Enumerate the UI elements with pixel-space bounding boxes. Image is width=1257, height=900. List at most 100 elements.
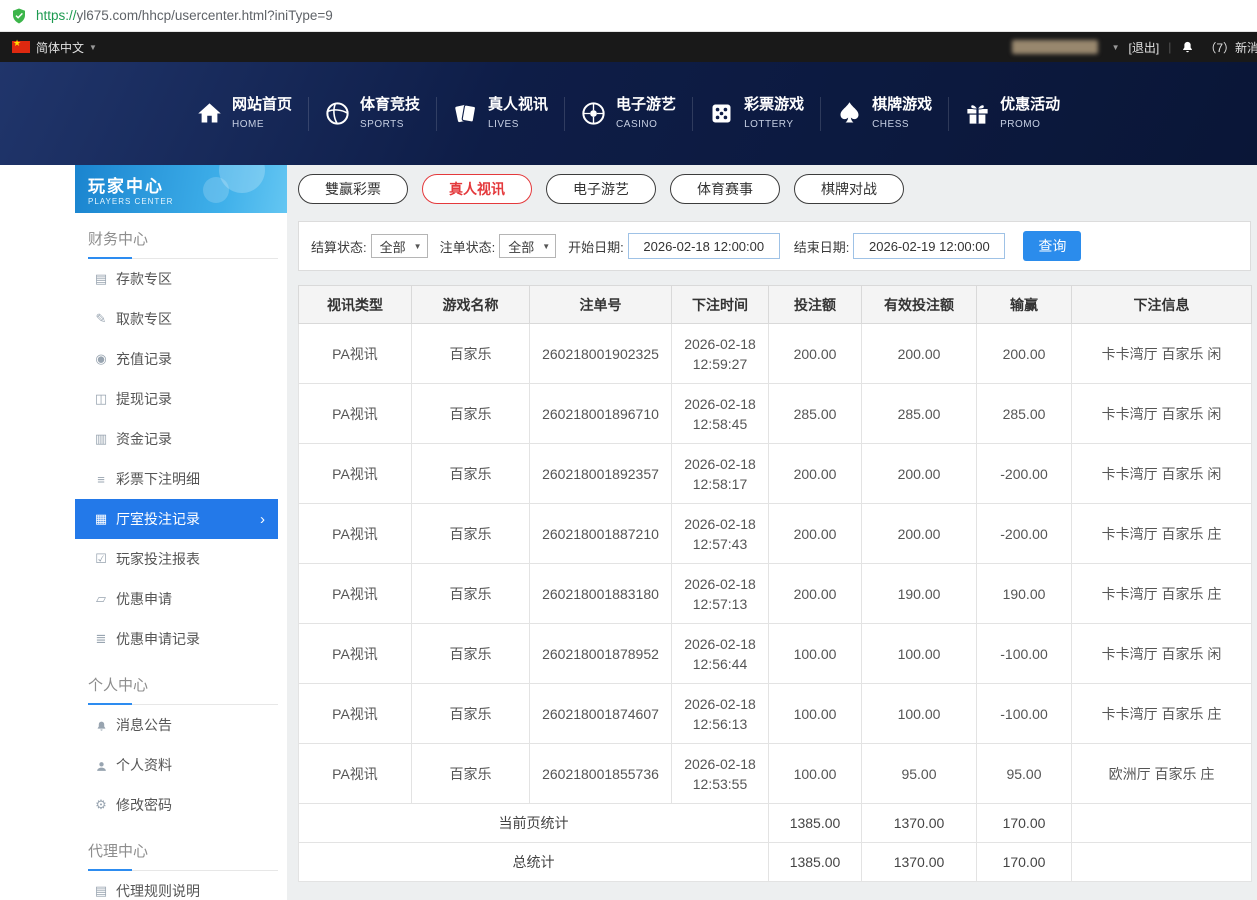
- agent-rules-icon: ▤: [93, 883, 109, 899]
- order-status-value: 全部: [508, 237, 534, 256]
- cell-bet-amount: 200.00: [769, 444, 862, 504]
- sidebar-item-profile[interactable]: 个人资料: [75, 745, 278, 785]
- username-blurred[interactable]: [1012, 40, 1098, 54]
- sidebar-item-label: 充值记录: [116, 349, 172, 369]
- sidebar-item-player-report[interactable]: ☑ 玩家投注报表: [75, 539, 278, 579]
- chevron-down-icon[interactable]: ▼: [1112, 43, 1120, 52]
- sidebar-item-label: 个人资料: [116, 755, 172, 775]
- nav-item-sports[interactable]: 体育竞技 SPORTS: [308, 88, 436, 140]
- cell-video-type: PA视讯: [299, 744, 412, 804]
- sidebar-item-agent-rules[interactable]: ▤ 代理规则说明: [75, 871, 278, 900]
- cell-bet-info: 欧洲厅 百家乐 庄: [1072, 744, 1252, 804]
- cell-win-loss: 285.00: [977, 384, 1072, 444]
- nav-item-casino[interactable]: 电子游艺 CASINO: [564, 88, 692, 140]
- nav-subtitle: PROMO: [1000, 119, 1040, 130]
- cell-win-loss: -100.00: [977, 684, 1072, 744]
- language-label: 简体中文: [36, 39, 84, 56]
- sidebar-item-lottery-bets[interactable]: ≡ 彩票下注明细: [75, 459, 278, 499]
- filter-bar: 结算状态: 全部 ▼ 注单状态: 全部 ▼ 开始日期: 结束日期: 查询: [298, 221, 1251, 271]
- cell-valid-amount: 200.00: [862, 504, 977, 564]
- section-header-finance: 财务中心: [88, 213, 278, 259]
- tab-sports[interactable]: 体育赛事: [670, 174, 780, 204]
- sidebar-item-messages[interactable]: 消息公告: [75, 705, 278, 745]
- cell-video-type: PA视讯: [299, 564, 412, 624]
- cell-win-loss: 200.00: [977, 324, 1072, 384]
- cell-bet-time: 2026-02-18 12:57:43: [672, 504, 769, 564]
- page-total-row: 当前页统计 1385.00 1370.00 170.00: [299, 804, 1252, 843]
- funds-record-icon: ▥: [93, 431, 109, 447]
- table-row: PA视讯 百家乐 260218001878952 2026-02-18 12:5…: [299, 624, 1252, 684]
- nav-item-chess[interactable]: 棋牌游戏 CHESS: [820, 88, 948, 140]
- grand-total-bet: 1385.00: [769, 843, 862, 882]
- column-header-video-type: 视讯类型: [299, 286, 412, 324]
- sidebar-item-label: 代理规则说明: [116, 881, 200, 900]
- cell-order-no: 260218001892357: [530, 444, 672, 504]
- sidebar-item-label: 修改密码: [116, 795, 172, 815]
- cell-bet-info: 卡卡湾厅 百家乐 闲: [1072, 384, 1252, 444]
- sidebar-item-withdraw[interactable]: ✎ 取款专区: [75, 299, 278, 339]
- column-header-bet-time: 下注时间: [672, 286, 769, 324]
- sidebar-item-room-bets[interactable]: ▦ 厅室投注记录 ›: [75, 499, 278, 539]
- nav-item-promo[interactable]: 优惠活动 PROMO: [948, 88, 1076, 140]
- sidebar-title: 玩家中心: [88, 172, 287, 197]
- cell-bet-time: 2026-02-18 12:56:44: [672, 624, 769, 684]
- sidebar-item-change-password[interactable]: ⚙ 修改密码: [75, 785, 278, 825]
- cell-win-loss: 95.00: [977, 744, 1072, 804]
- cell-bet-info: 卡卡湾厅 百家乐 闲: [1072, 324, 1252, 384]
- address-bar[interactable]: https://yl675.com/hhcp/usercenter.html?i…: [0, 0, 1257, 32]
- language-selector[interactable]: ★ 简体中文 ▼: [12, 39, 97, 56]
- url-rest: yl675.com/hhcp/usercenter.html?iniType=9: [77, 8, 333, 23]
- messages-link[interactable]: （7）新消息: [1204, 39, 1257, 56]
- table-row: PA视讯 百家乐 260218001892357 2026-02-18 12:5…: [299, 444, 1252, 504]
- table-header-row: 视讯类型 游戏名称 注单号 下注时间 投注额 有效投注额 输赢 下注信息: [299, 286, 1252, 324]
- recharge-record-icon: ◉: [93, 351, 109, 367]
- category-tabs: 雙赢彩票 真人视讯 电子游艺 体育赛事 棋牌对战: [298, 174, 1251, 204]
- cell-valid-amount: 190.00: [862, 564, 977, 624]
- deposit-card-icon: ▤: [93, 271, 109, 287]
- bell-icon[interactable]: [1180, 40, 1195, 55]
- tab-egames[interactable]: 电子游艺: [546, 174, 656, 204]
- tab-live-video[interactable]: 真人视讯: [422, 174, 532, 204]
- home-icon: [196, 100, 223, 127]
- column-header-order-no: 注单号: [530, 286, 672, 324]
- cell-game-name: 百家乐: [412, 564, 530, 624]
- url-text[interactable]: https://yl675.com/hhcp/usercenter.html?i…: [36, 8, 333, 23]
- sidebar-item-promo-apply[interactable]: ▱ 优惠申请: [75, 579, 278, 619]
- cell-bet-amount: 200.00: [769, 504, 862, 564]
- logout-link[interactable]: [退出]: [1129, 39, 1160, 56]
- table-row: PA视讯 百家乐 260218001887210 2026-02-18 12:5…: [299, 504, 1252, 564]
- settle-status-select[interactable]: 全部 ▼: [371, 234, 428, 258]
- query-button[interactable]: 查询: [1023, 231, 1081, 261]
- sidebar-item-label: 存款专区: [116, 269, 172, 289]
- cell-bet-time: 2026-02-18 12:53:55: [672, 744, 769, 804]
- sidebar-item-promo-record[interactable]: ≣ 优惠申请记录: [75, 619, 278, 659]
- sidebar-item-funds-record[interactable]: ▥ 资金记录: [75, 419, 278, 459]
- tab-lottery[interactable]: 雙赢彩票: [298, 174, 408, 204]
- cell-bet-amount: 100.00: [769, 744, 862, 804]
- cell-bet-info: 卡卡湾厅 百家乐 闲: [1072, 444, 1252, 504]
- cell-win-loss: -200.00: [977, 444, 1072, 504]
- nav-item-lives[interactable]: 真人视讯 LIVES: [436, 88, 564, 140]
- promo-record-icon: ≣: [93, 631, 109, 647]
- cell-bet-info: 卡卡湾厅 百家乐 闲: [1072, 624, 1252, 684]
- nav-item-home[interactable]: 网站首页 HOME: [180, 88, 308, 140]
- room-bets-icon: ▦: [93, 511, 109, 527]
- withdraw-icon: ✎: [93, 311, 109, 327]
- order-status-select[interactable]: 全部 ▼: [499, 234, 556, 258]
- start-date-input[interactable]: [628, 233, 780, 259]
- sidebar-item-recharge-record[interactable]: ◉ 充值记录: [75, 339, 278, 379]
- nav-title: 彩票游戏: [744, 96, 804, 113]
- sidebar-item-deposit[interactable]: ▤ 存款专区: [75, 259, 278, 299]
- nav-title: 棋牌游戏: [872, 96, 932, 113]
- tab-chess[interactable]: 棋牌对战: [794, 174, 904, 204]
- nav-item-lottery[interactable]: 彩票游戏 LOTTERY: [692, 88, 820, 140]
- cell-video-type: PA视讯: [299, 324, 412, 384]
- cell-order-no: 260218001902325: [530, 324, 672, 384]
- gear-icon: ⚙: [93, 797, 109, 813]
- end-date-input[interactable]: [853, 233, 1005, 259]
- section-header-agent: 代理中心: [88, 825, 278, 871]
- sidebar-item-withdrawal-record[interactable]: ◫ 提现记录: [75, 379, 278, 419]
- start-date-label: 开始日期:: [568, 237, 624, 256]
- cell-bet-amount: 200.00: [769, 564, 862, 624]
- column-header-bet-info: 下注信息: [1072, 286, 1252, 324]
